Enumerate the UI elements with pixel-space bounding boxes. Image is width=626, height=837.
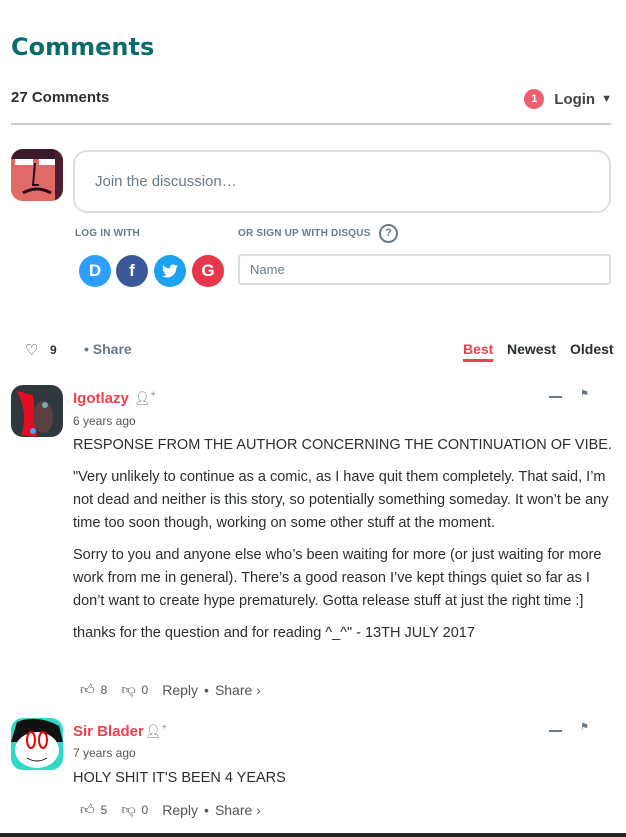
comment-body: RESPONSE FROM THE AUTHOR CONCERNING THE … [73, 434, 618, 645]
upvote-count: 5 [100, 802, 108, 817]
comment-author[interactable]: Sir Blader [73, 723, 144, 740]
twitter-icon [162, 264, 178, 278]
comment-input[interactable]: Join the discussion… [73, 150, 611, 213]
reply-button[interactable]: Reply [162, 682, 198, 698]
facebook-login-button[interactable]: f [116, 255, 148, 287]
upvote-count: 8 [100, 682, 108, 697]
share-comment-button[interactable]: Share › [215, 802, 261, 818]
comment-body: HOLY SHIT IT'S BEEN 4 YEARS [73, 767, 618, 790]
comment-time[interactable]: 6 years ago [73, 414, 136, 428]
bottom-border [0, 833, 626, 837]
comment-paragraph: Sorry to you and anyone else who’s been … [73, 547, 602, 609]
user-avatar [11, 149, 63, 201]
login-label[interactable]: Login [554, 91, 595, 108]
share-button[interactable]: • Share [84, 341, 132, 357]
follow-user-icon[interactable]: 👤︎+ [145, 722, 167, 739]
notification-badge[interactable]: 1 [524, 89, 545, 109]
commenter-avatar[interactable] [11, 718, 63, 770]
commenter-avatar[interactable] [11, 385, 63, 437]
downvote-count: 0 [141, 682, 149, 697]
divider [11, 123, 611, 125]
comment-author[interactable]: Igotlazy [73, 390, 129, 407]
comment-paragraph: "Very unlikely to continue as a comic, a… [73, 469, 609, 531]
collapse-icon[interactable] [549, 396, 562, 398]
collapse-icon[interactable] [549, 730, 562, 732]
comment-count: 27 Comments [11, 89, 110, 106]
disqus-login-button[interactable]: D [79, 255, 111, 287]
downvote-icon[interactable]: 👎︎ [121, 801, 135, 818]
flag-icon[interactable]: ⚑ [580, 722, 589, 733]
comment-paragraph: RESPONSE FROM THE AUTHOR CONCERNING THE … [73, 437, 612, 453]
comment-time[interactable]: 7 years ago [73, 746, 136, 760]
comment-paragraph: HOLY SHIT IT'S BEEN 4 YEARS [73, 770, 286, 786]
caret-down-icon: ▼ [601, 93, 612, 105]
upvote-icon[interactable]: 👍︎ [80, 801, 95, 818]
name-input[interactable]: Name [238, 254, 611, 285]
twitter-login-button[interactable] [154, 255, 186, 287]
downvote-icon[interactable]: 👎︎ [121, 681, 135, 698]
sort-best-tab[interactable]: Best [463, 341, 494, 362]
heart-icon: ♡ [25, 342, 39, 359]
downvote-count: 0 [141, 802, 149, 817]
comment-actions: 👍︎ 8 👎︎ 0 Reply • Share › [80, 681, 261, 698]
flag-icon[interactable]: ⚑ [580, 389, 589, 400]
login-menu[interactable]: 1 Login ▼ [524, 89, 612, 109]
upvote-icon[interactable]: 👍︎ [80, 681, 95, 698]
help-icon[interactable]: ? [379, 224, 398, 243]
like-count: 9 [50, 343, 57, 357]
reply-button[interactable]: Reply [162, 802, 198, 818]
signup-label: OR SIGN UP WITH DISQUS [238, 228, 371, 239]
follow-user-icon[interactable]: 👤︎+ [134, 389, 156, 406]
comment-paragraph: thanks for the question and for reading … [73, 625, 475, 641]
page-title: Comments [11, 33, 155, 61]
google-login-button[interactable]: G [192, 255, 224, 287]
comment-actions: 👍︎ 5 👎︎ 0 Reply • Share › [80, 801, 261, 818]
share-label: Share [92, 341, 132, 357]
share-comment-button[interactable]: Share › [215, 682, 261, 698]
login-with-label: LOG IN WITH [75, 228, 140, 239]
sort-newest-tab[interactable]: Newest [507, 341, 556, 357]
sort-oldest-tab[interactable]: Oldest [570, 341, 614, 357]
recommend-button[interactable]: ♡ [25, 341, 38, 359]
